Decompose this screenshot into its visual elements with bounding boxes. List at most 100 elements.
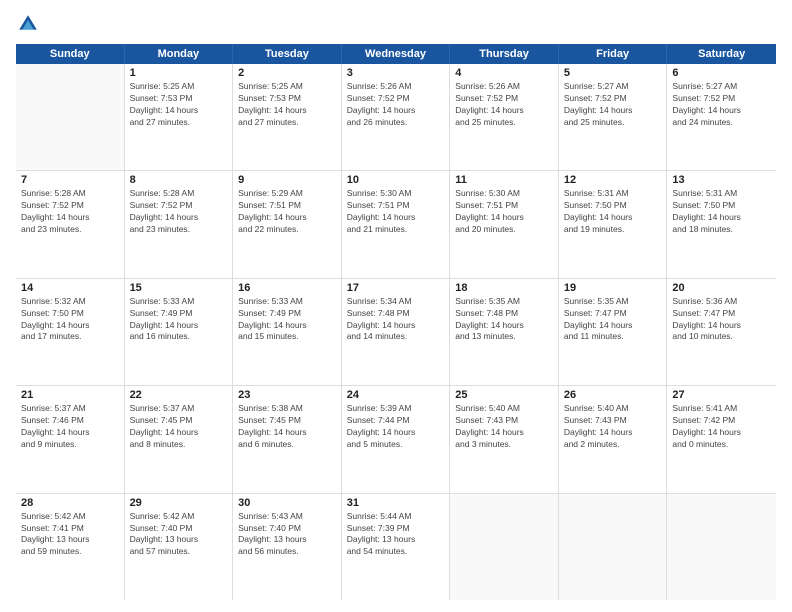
cal-cell: 22Sunrise: 5:37 AMSunset: 7:45 PMDayligh… <box>125 386 234 492</box>
cell-line: Sunrise: 5:35 AM <box>455 296 553 308</box>
week-row-1: 7Sunrise: 5:28 AMSunset: 7:52 PMDaylight… <box>16 171 776 278</box>
day-number: 11 <box>455 174 553 186</box>
cell-line: Sunset: 7:53 PM <box>130 93 228 105</box>
day-number: 17 <box>347 282 445 294</box>
cell-line: and 57 minutes. <box>130 546 228 558</box>
cal-cell: 11Sunrise: 5:30 AMSunset: 7:51 PMDayligh… <box>450 171 559 277</box>
header-day-tuesday: Tuesday <box>233 44 342 64</box>
day-number: 24 <box>347 389 445 401</box>
cell-line: Sunrise: 5:40 AM <box>455 403 553 415</box>
header-day-wednesday: Wednesday <box>342 44 451 64</box>
cell-line: Daylight: 14 hours <box>564 427 662 439</box>
day-number: 28 <box>21 497 119 509</box>
week-row-2: 14Sunrise: 5:32 AMSunset: 7:50 PMDayligh… <box>16 279 776 386</box>
cell-line: Daylight: 14 hours <box>21 212 119 224</box>
cell-line: and 25 minutes. <box>455 117 553 129</box>
cell-line: and 17 minutes. <box>21 331 119 343</box>
cell-line: Sunset: 7:45 PM <box>130 415 228 427</box>
cell-line: and 13 minutes. <box>455 331 553 343</box>
day-number: 10 <box>347 174 445 186</box>
calendar-body: 1Sunrise: 5:25 AMSunset: 7:53 PMDaylight… <box>16 64 776 600</box>
cell-line: Daylight: 14 hours <box>238 427 336 439</box>
cell-line: and 3 minutes. <box>455 439 553 451</box>
cell-line: Daylight: 14 hours <box>21 427 119 439</box>
day-number: 21 <box>21 389 119 401</box>
cal-cell: 16Sunrise: 5:33 AMSunset: 7:49 PMDayligh… <box>233 279 342 385</box>
cal-cell: 1Sunrise: 5:25 AMSunset: 7:53 PMDaylight… <box>125 64 234 170</box>
cal-cell: 31Sunrise: 5:44 AMSunset: 7:39 PMDayligh… <box>342 494 451 600</box>
day-number: 13 <box>672 174 771 186</box>
cell-line: Daylight: 14 hours <box>672 320 771 332</box>
cell-line: Sunset: 7:50 PM <box>564 200 662 212</box>
logo <box>16 12 44 36</box>
cell-line: Sunset: 7:47 PM <box>672 308 771 320</box>
day-number: 4 <box>455 67 553 79</box>
cell-line: Sunset: 7:52 PM <box>672 93 771 105</box>
cell-line: Sunset: 7:52 PM <box>347 93 445 105</box>
cell-line: Daylight: 14 hours <box>347 212 445 224</box>
cell-line: and 14 minutes. <box>347 331 445 343</box>
cal-cell <box>450 494 559 600</box>
cell-line: Sunrise: 5:35 AM <box>564 296 662 308</box>
cell-line: Sunrise: 5:27 AM <box>564 81 662 93</box>
cell-line: Daylight: 14 hours <box>130 320 228 332</box>
day-number: 15 <box>130 282 228 294</box>
cell-line: Sunrise: 5:28 AM <box>21 188 119 200</box>
cell-line: Daylight: 14 hours <box>564 212 662 224</box>
cell-line: Sunrise: 5:42 AM <box>21 511 119 523</box>
cell-line: Daylight: 14 hours <box>347 427 445 439</box>
cell-line: Daylight: 14 hours <box>564 105 662 117</box>
day-number: 2 <box>238 67 336 79</box>
day-number: 12 <box>564 174 662 186</box>
cell-line: Sunset: 7:52 PM <box>455 93 553 105</box>
cell-line: Daylight: 13 hours <box>347 534 445 546</box>
cell-line: Sunrise: 5:31 AM <box>672 188 771 200</box>
cell-line: Sunset: 7:53 PM <box>238 93 336 105</box>
cal-cell: 23Sunrise: 5:38 AMSunset: 7:45 PMDayligh… <box>233 386 342 492</box>
day-number: 20 <box>672 282 771 294</box>
cal-cell: 24Sunrise: 5:39 AMSunset: 7:44 PMDayligh… <box>342 386 451 492</box>
cell-line: Sunset: 7:51 PM <box>238 200 336 212</box>
cell-line: Daylight: 14 hours <box>21 320 119 332</box>
cal-cell: 27Sunrise: 5:41 AMSunset: 7:42 PMDayligh… <box>667 386 776 492</box>
cell-line: Sunrise: 5:38 AM <box>238 403 336 415</box>
header-day-monday: Monday <box>125 44 234 64</box>
cell-line: Daylight: 14 hours <box>238 212 336 224</box>
cell-line: and 5 minutes. <box>347 439 445 451</box>
cell-line: Sunrise: 5:41 AM <box>672 403 771 415</box>
page: SundayMondayTuesdayWednesdayThursdayFrid… <box>0 0 792 612</box>
cell-line: Daylight: 14 hours <box>238 320 336 332</box>
cell-line: and 20 minutes. <box>455 224 553 236</box>
cal-cell: 2Sunrise: 5:25 AMSunset: 7:53 PMDaylight… <box>233 64 342 170</box>
day-number: 31 <box>347 497 445 509</box>
cal-cell: 19Sunrise: 5:35 AMSunset: 7:47 PMDayligh… <box>559 279 668 385</box>
day-number: 30 <box>238 497 336 509</box>
cell-line: and 2 minutes. <box>564 439 662 451</box>
cell-line: Daylight: 14 hours <box>347 320 445 332</box>
day-number: 25 <box>455 389 553 401</box>
cell-line: Sunrise: 5:34 AM <box>347 296 445 308</box>
cell-line: and 9 minutes. <box>21 439 119 451</box>
cell-line: and 27 minutes. <box>130 117 228 129</box>
cell-line: and 18 minutes. <box>672 224 771 236</box>
day-number: 26 <box>564 389 662 401</box>
cell-line: Sunrise: 5:29 AM <box>238 188 336 200</box>
cell-line: Daylight: 14 hours <box>455 212 553 224</box>
cell-line: Sunset: 7:46 PM <box>21 415 119 427</box>
cal-cell <box>559 494 668 600</box>
cell-line: Daylight: 14 hours <box>130 212 228 224</box>
cell-line: Daylight: 14 hours <box>130 427 228 439</box>
cell-line: and 24 minutes. <box>672 117 771 129</box>
cell-line: Sunset: 7:49 PM <box>130 308 228 320</box>
logo-icon <box>16 12 40 36</box>
cell-line: and 23 minutes. <box>130 224 228 236</box>
cal-cell: 26Sunrise: 5:40 AMSunset: 7:43 PMDayligh… <box>559 386 668 492</box>
day-number: 5 <box>564 67 662 79</box>
cal-cell: 30Sunrise: 5:43 AMSunset: 7:40 PMDayligh… <box>233 494 342 600</box>
cell-line: and 23 minutes. <box>21 224 119 236</box>
cell-line: Daylight: 14 hours <box>130 105 228 117</box>
cell-line: Daylight: 14 hours <box>672 427 771 439</box>
cell-line: Sunrise: 5:37 AM <box>130 403 228 415</box>
cell-line: Daylight: 14 hours <box>672 105 771 117</box>
cell-line: Sunset: 7:40 PM <box>130 523 228 535</box>
